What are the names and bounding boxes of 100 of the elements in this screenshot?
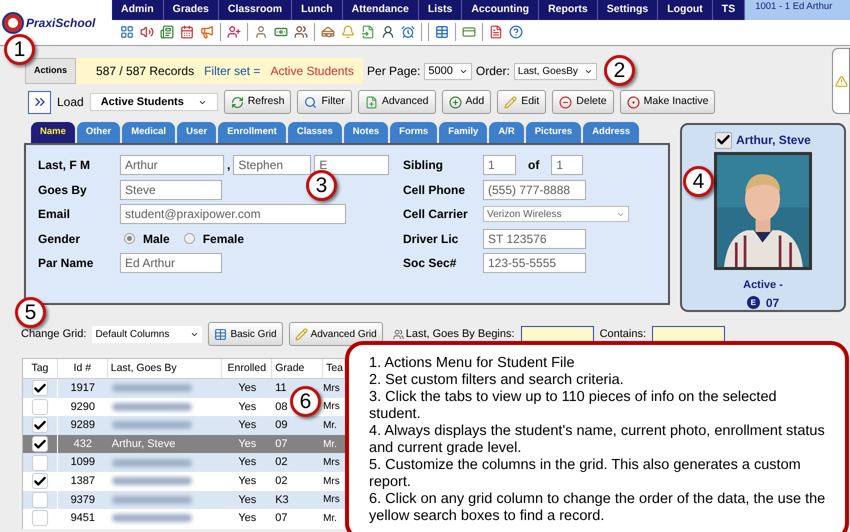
toolbar-button[interactable]: Advanced — [358, 90, 436, 114]
speaker-icon[interactable] — [140, 25, 154, 40]
form-tab[interactable]: User — [177, 122, 216, 143]
form-tab[interactable]: Family — [439, 122, 488, 143]
field-label: Par Name — [38, 255, 94, 272]
calendar-icon[interactable] — [180, 25, 194, 40]
table-icon[interactable] — [435, 25, 449, 40]
pencil-icon — [504, 96, 518, 108]
actions-tab[interactable]: Actions — [25, 58, 76, 84]
load-label: Load — [57, 94, 84, 111]
radio-option[interactable]: Male — [124, 230, 170, 248]
table-cell-text: Arthur, Steve — [112, 436, 176, 452]
pdf-icon[interactable] — [489, 25, 503, 40]
column-header[interactable]: Last, Goes By — [108, 359, 222, 378]
load-dropdown[interactable]: Active Students — [90, 93, 218, 111]
text-field[interactable]: Arthur — [120, 155, 224, 176]
enrollment-status: Active - — [743, 278, 783, 293]
newspaper-icon[interactable] — [160, 25, 174, 40]
grid-icon[interactable] — [120, 25, 134, 40]
grid-row[interactable]: 9289 Yes 09 Mr. — [23, 416, 345, 435]
megaphone-icon[interactable] — [200, 25, 214, 40]
text-field[interactable]: 123-55-5555 — [483, 253, 586, 274]
person-icon[interactable] — [381, 25, 395, 40]
document-arrow-icon[interactable] — [361, 25, 375, 40]
column-header[interactable]: Grade — [272, 359, 324, 378]
toolbar-button[interactable]: Filter — [297, 90, 352, 114]
callout-text: 5. Customize the columns in the grid. This also generates a custom report. — [369, 457, 802, 491]
help-icon[interactable] — [509, 25, 523, 40]
column-header[interactable]: Tag — [23, 359, 58, 378]
toolbar-button[interactable]: Edit — [497, 90, 546, 114]
search-field[interactable] — [520, 326, 594, 342]
table-cell-text: 1099 — [70, 455, 96, 470]
form-tab[interactable]: Classes — [288, 122, 342, 143]
column-header[interactable]: Enrolled — [222, 359, 272, 378]
order-dropdown[interactable]: Last, GoesBy — [514, 62, 597, 80]
tag-checkbox[interactable] — [32, 492, 48, 508]
form-tab[interactable]: Name — [31, 122, 75, 143]
radio-button[interactable] — [124, 233, 135, 244]
tag-checkbox[interactable] — [32, 454, 48, 471]
table-cell-text: 9451 — [70, 511, 96, 526]
tag-checkbox[interactable] — [32, 380, 48, 396]
alarm-clock-icon[interactable] — [401, 25, 415, 40]
text-field[interactable]: Stephen — [233, 155, 312, 176]
form-tab[interactable]: Other — [76, 122, 120, 143]
toolbar-button[interactable]: Delete — [552, 90, 614, 114]
grade-level: 07 — [766, 294, 780, 312]
document-plus-icon — [364, 96, 378, 108]
form-tab[interactable]: Pictures — [526, 122, 582, 143]
side-panel-tab[interactable] — [832, 48, 850, 114]
carrier-dropdown[interactable]: Verizon Wireless — [483, 206, 629, 222]
radio-button[interactable] — [184, 233, 195, 244]
tag-checkbox[interactable] — [32, 510, 48, 526]
text-field[interactable]: student@praxipower.com — [120, 204, 346, 224]
column-header[interactable]: Id # — [58, 359, 108, 378]
filter-value: Active Students — [270, 63, 354, 80]
form-tab[interactable]: A/R — [489, 122, 524, 143]
warning-icon — [834, 74, 848, 88]
tag-checkbox[interactable] — [32, 417, 48, 434]
text-field[interactable]: Steve — [120, 180, 222, 200]
table-cell-text: 02 — [275, 455, 288, 470]
toolbar-button[interactable]: Make Inactive — [620, 90, 716, 114]
text-field[interactable]: ST 123576 — [483, 228, 586, 249]
table-cell-text: 07 — [275, 511, 288, 526]
form-tab[interactable]: Enrollment — [218, 122, 286, 143]
text-field[interactable]: (555) 777-8888 — [483, 180, 586, 200]
per-page-dropdown[interactable]: 5000 — [424, 62, 472, 80]
grid-row[interactable]: 432 Arthur, Steve Yes 07 Mr. — [23, 434, 345, 454]
user-icon[interactable] — [254, 25, 268, 40]
form-tab[interactable]: Medical — [122, 122, 176, 143]
grid-dropdown[interactable]: Default Columns — [92, 326, 202, 342]
table-cell-text: Yes — [238, 400, 256, 415]
burger-icon[interactable] — [321, 25, 335, 40]
text-field[interactable]: 1 — [483, 155, 516, 176]
toolbar-button[interactable]: Add — [442, 90, 492, 114]
table-cell-text: 9289 — [70, 418, 96, 434]
callout-text: 4. Always displays the student's name, current photo, enrollment status and current grade level. — [369, 423, 826, 457]
text-field[interactable]: Ed Arthur — [120, 253, 222, 274]
field-label: Goes By — [38, 182, 88, 199]
radio-option[interactable]: Female — [184, 230, 244, 248]
search-label: Last, Goes By Begins: — [406, 326, 515, 342]
grid-row[interactable]: 1099 Yes 02 Mrs — [23, 453, 345, 472]
table-icon — [214, 328, 228, 340]
tag-checkbox[interactable] — [32, 398, 48, 415]
form-tab[interactable]: Address — [583, 122, 640, 143]
grid-button[interactable]: Basic Grid — [208, 322, 283, 346]
text-field[interactable]: E — [314, 155, 390, 176]
text-field[interactable]: 1 — [551, 155, 584, 176]
contains-field[interactable] — [652, 326, 726, 342]
user-add-icon[interactable] — [227, 25, 241, 40]
toolbar-button[interactable]: Refresh — [224, 90, 292, 114]
tag-checkbox[interactable] — [32, 473, 48, 490]
card-icon[interactable] — [462, 25, 476, 40]
tag-checkbox[interactable] — [715, 132, 732, 148]
users-icon[interactable] — [294, 25, 308, 40]
tag-checkbox[interactable] — [32, 436, 48, 452]
grid-row[interactable]: 9379 Yes K3 Mrs — [23, 490, 345, 510]
grid-button[interactable]: Advanced Grid — [288, 322, 383, 346]
form-tab[interactable]: Forms — [390, 122, 438, 143]
expand-button[interactable] — [28, 90, 51, 114]
form-tab[interactable]: Notes — [344, 122, 388, 143]
